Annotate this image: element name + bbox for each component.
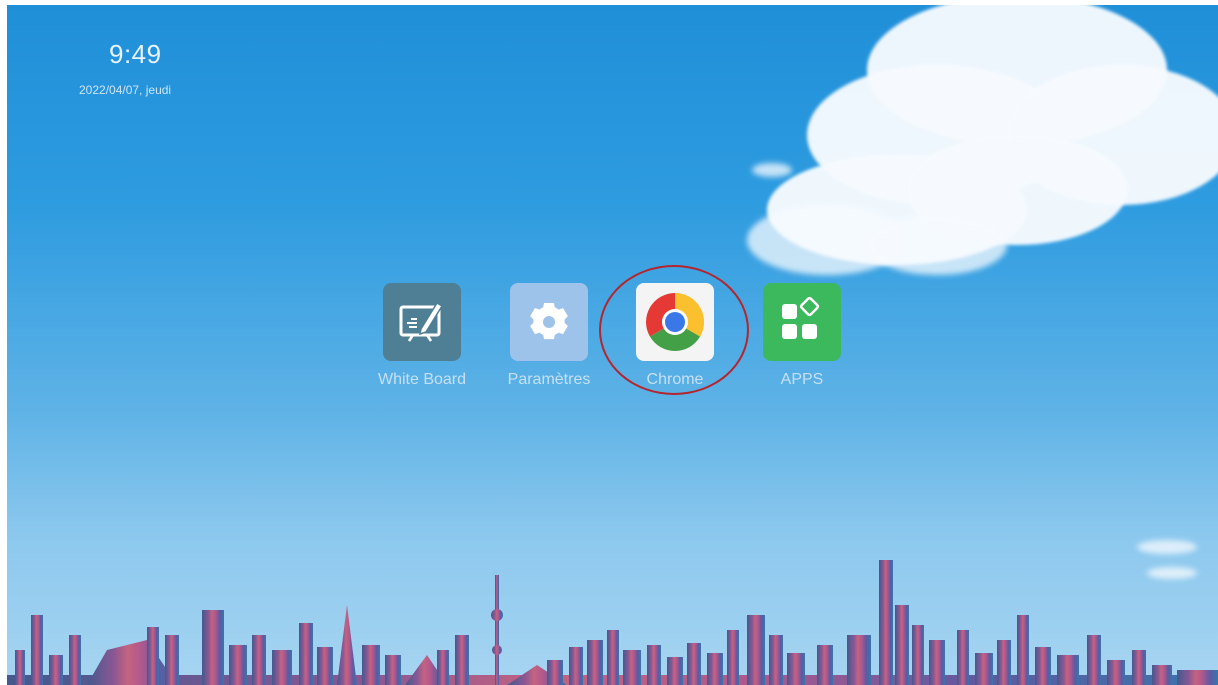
city-skyline-illustration <box>7 560 1218 685</box>
apps-grid-icon <box>782 296 820 339</box>
white-board-tile[interactable] <box>383 283 461 361</box>
app-label: Paramètres <box>507 371 591 388</box>
clock-time: 9:49 <box>109 39 162 69</box>
home-screen: 9:49 2022/04/07, jeudi White Board Param… <box>7 5 1218 685</box>
parametres-tile[interactable] <box>510 283 588 361</box>
gear-icon <box>530 303 568 340</box>
app-white-board[interactable]: White Board <box>367 283 477 389</box>
app-parametres[interactable]: Paramètres <box>494 283 604 389</box>
whiteboard-icon <box>399 301 444 342</box>
apps-tile[interactable] <box>763 283 841 361</box>
app-apps[interactable]: APPS <box>747 283 857 389</box>
highlight-circle <box>599 265 749 395</box>
app-label: APPS <box>780 371 824 388</box>
app-label: White Board <box>377 371 467 388</box>
clock-date: 2022/04/07, jeudi <box>79 83 172 97</box>
